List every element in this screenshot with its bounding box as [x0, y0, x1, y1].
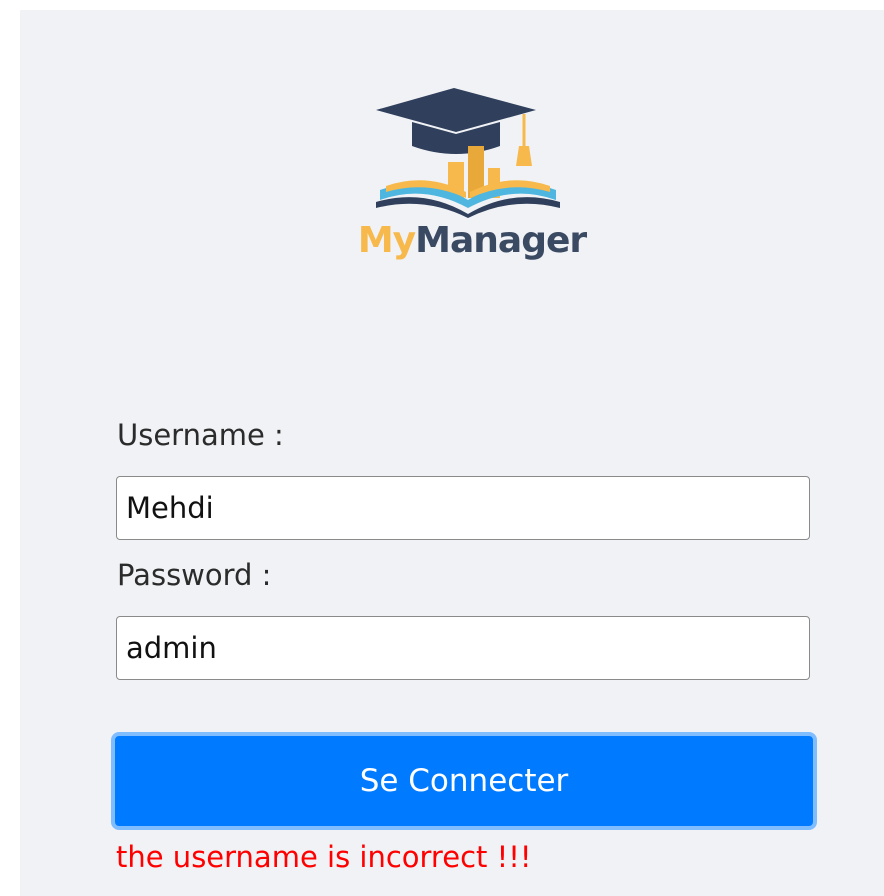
- graduation-cap-book-icon: [376, 88, 560, 218]
- password-input[interactable]: [116, 616, 810, 680]
- app-logo: MyManager: [330, 88, 620, 288]
- login-panel: MyManager Username : Password : Se Conne…: [20, 10, 884, 896]
- brand-name-my: My: [357, 220, 416, 261]
- connect-button[interactable]: Se Connecter: [111, 732, 817, 830]
- brand-name: MyManager: [330, 220, 614, 261]
- username-label: Username :: [117, 418, 284, 452]
- username-input[interactable]: [116, 476, 810, 540]
- error-message: the username is incorrect !!!: [116, 840, 532, 874]
- brand-name-manager: Manager: [415, 220, 587, 261]
- password-label: Password :: [117, 558, 272, 592]
